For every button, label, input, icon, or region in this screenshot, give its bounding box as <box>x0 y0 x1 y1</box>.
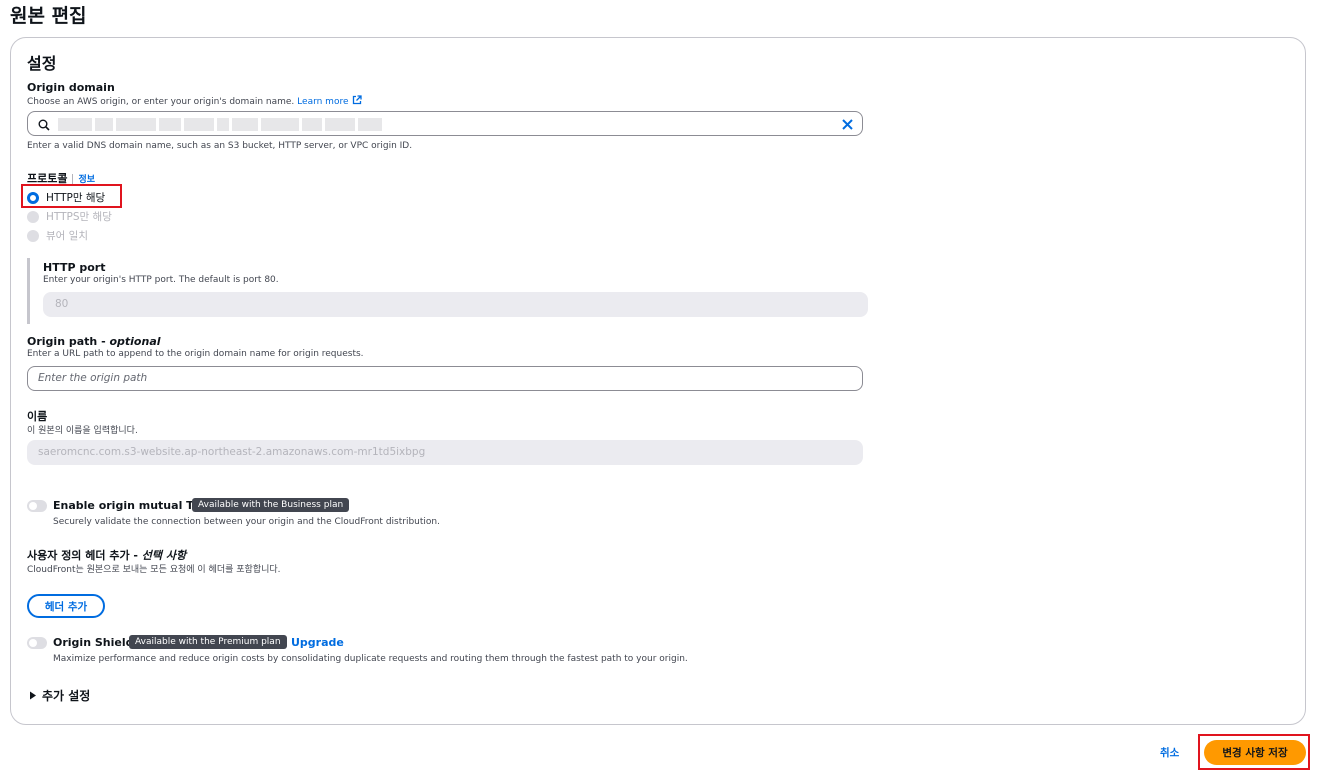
radio-unselected-icon[interactable] <box>27 229 39 242</box>
origin-shield-description: Maximize performance and reduce origin c… <box>53 654 688 664</box>
page-title: 원본 편집 <box>10 5 87 27</box>
origin-path-optional: optional <box>109 335 161 348</box>
radio-http-only-label: HTTP만 해당 <box>46 192 106 204</box>
mutual-tls-label: Enable origin mutual TLS <box>53 499 209 512</box>
name-value: saeromcnc.com.s3-website.ap-northeast-2.… <box>38 446 426 458</box>
radio-match-viewer[interactable]: 뷰어 일치 <box>27 228 88 243</box>
label-separator <box>72 173 74 185</box>
custom-headers-label-row: 사용자 정의 헤더 추가 - 선택 사항 <box>27 547 186 563</box>
origin-path-label: Origin path - <box>27 335 110 348</box>
http-port-input[interactable]: 80 <box>43 292 868 317</box>
origin-domain-description-text: Choose an AWS origin, or enter your orig… <box>27 97 295 107</box>
learn-more-text[interactable]: Learn more <box>297 97 348 107</box>
http-port-label: HTTP port <box>43 261 106 274</box>
clear-icon[interactable] <box>841 118 854 131</box>
custom-headers-optional: 선택 사항 <box>141 549 187 562</box>
origin-domain-hint: Enter a valid DNS domain name, such as a… <box>27 141 413 151</box>
origin-path-description: Enter a URL path to append to the origin… <box>27 349 364 359</box>
cancel-button[interactable]: 취소 <box>1160 745 1179 760</box>
mutual-tls-description: Securely validate the connection between… <box>53 517 440 527</box>
name-description: 이 원본의 이름을 입력합니다. <box>27 426 138 436</box>
name-label: 이름 <box>27 410 48 423</box>
origin-path-placeholder: Enter the origin path <box>38 372 148 384</box>
business-plan-badge: Available with the Business plan <box>192 498 350 512</box>
radio-match-viewer-label: 뷰어 일치 <box>46 230 88 242</box>
redacted-domain-value <box>58 117 382 131</box>
additional-settings-label[interactable]: 추가 설정 <box>42 689 90 703</box>
premium-plan-badge: Available with the Premium plan <box>129 635 287 649</box>
radio-http-only[interactable]: HTTP만 해당 <box>27 190 105 205</box>
mutual-tls-toggle[interactable] <box>27 500 47 512</box>
caret-right-icon <box>30 691 36 700</box>
radio-unselected-icon[interactable] <box>27 210 39 223</box>
origin-shield-label: Origin Shield <box>53 636 134 649</box>
origin-shield-toggle[interactable] <box>27 637 47 649</box>
section-title: 설정 <box>27 54 57 73</box>
radio-selected-icon[interactable] <box>27 191 39 204</box>
origin-domain-label: Origin domain <box>27 81 115 94</box>
additional-settings-toggle[interactable]: 추가 설정 <box>29 687 90 704</box>
radio-https-only[interactable]: HTTPS만 해당 <box>27 209 112 224</box>
save-changes-button[interactable]: 변경 사항 저장 <box>1204 740 1306 765</box>
origin-domain-input[interactable] <box>27 111 863 136</box>
custom-headers-description: CloudFront는 원본으로 보내는 모든 요청에 이 헤더를 포함합니다. <box>27 565 281 575</box>
search-icon <box>38 119 50 131</box>
radio-https-only-label: HTTPS만 해당 <box>46 211 112 223</box>
custom-headers-label: 사용자 정의 헤더 추가 - <box>27 549 142 562</box>
expandable-indent-bar <box>27 258 30 324</box>
http-port-description: Enter your origin's HTTP port. The defau… <box>43 275 279 285</box>
origin-path-input[interactable]: Enter the origin path <box>27 366 863 391</box>
origin-path-label-row: Origin path - optional <box>27 335 161 348</box>
http-port-value: 80 <box>55 298 69 310</box>
external-link-icon <box>353 95 363 105</box>
learn-more-link[interactable]: Learn more <box>297 95 363 107</box>
add-header-button[interactable]: 헤더 추가 <box>27 594 105 618</box>
name-input[interactable]: saeromcnc.com.s3-website.ap-northeast-2.… <box>27 440 863 465</box>
origin-domain-description: Choose an AWS origin, or enter your orig… <box>27 95 363 107</box>
upgrade-link[interactable]: Upgrade <box>291 636 344 649</box>
